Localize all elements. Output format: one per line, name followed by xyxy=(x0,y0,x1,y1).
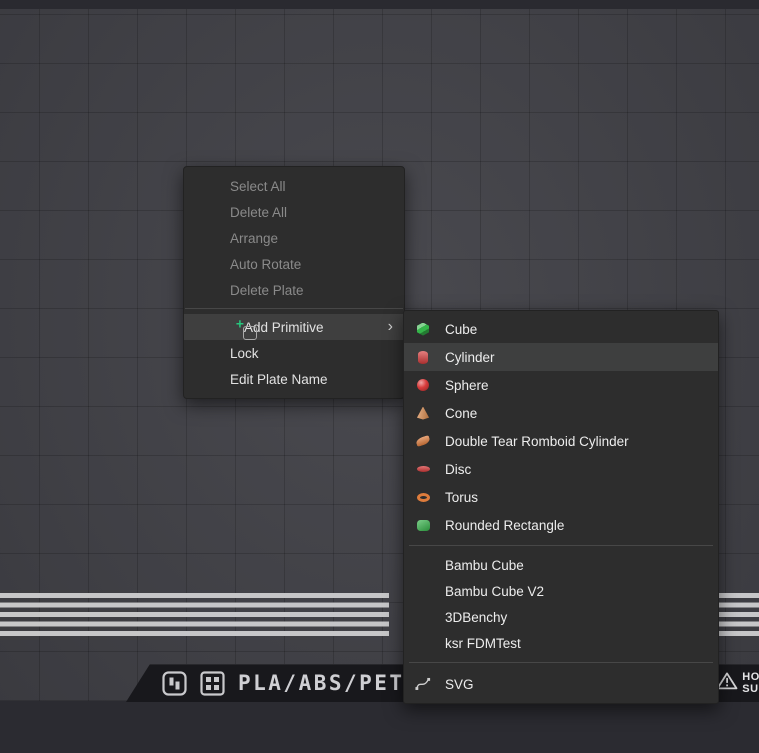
submenu-item-bambu-cube[interactable]: Bambu Cube xyxy=(404,552,718,578)
chevron-right-icon: › xyxy=(388,319,393,335)
menu-item-edit-plate-name[interactable]: Edit Plate Name xyxy=(184,366,404,392)
submenu-item-svg[interactable]: SVG xyxy=(404,669,718,699)
submenu-item-label: Disc xyxy=(445,462,471,477)
submenu-item-label: SVG xyxy=(445,677,474,692)
menu-item-auto-rotate: Auto Rotate xyxy=(184,251,404,277)
submenu-item-label: Cylinder xyxy=(445,350,495,365)
warning-triangle-icon xyxy=(716,672,738,695)
submenu-item-label: Bambu Cube V2 xyxy=(445,584,544,599)
cube-icon xyxy=(415,321,431,337)
menu-item-label: Edit Plate Name xyxy=(230,372,328,387)
submenu-item-label: ksr FDMTest xyxy=(445,636,521,651)
menu-item-add-primitive[interactable]: Add Primitive › xyxy=(184,314,404,340)
menu-item-delete-all: Delete All xyxy=(184,199,404,225)
submenu-item-label: Bambu Cube xyxy=(445,558,524,573)
add-primitive-submenu: Cube Cylinder Sphere Cone Double Tear Ro… xyxy=(403,310,719,704)
submenu-item-cylinder[interactable]: Cylinder xyxy=(404,343,718,371)
submenu-item-label: Cube xyxy=(445,322,477,337)
double-tear-romboid-cylinder-icon xyxy=(415,433,431,449)
menu-item-label: Select All xyxy=(230,179,286,194)
submenu-item-label: 3DBenchy xyxy=(445,610,507,625)
submenu-item-label: Double Tear Romboid Cylinder xyxy=(445,434,629,449)
menu-item-label: Lock xyxy=(230,346,259,361)
rounded-rectangle-icon xyxy=(415,517,431,533)
menu-item-select-all: Select All xyxy=(184,173,404,199)
submenu-item-label: Torus xyxy=(445,490,478,505)
sphere-icon xyxy=(415,377,431,393)
menu-item-delete-plate: Delete Plate xyxy=(184,277,404,303)
plate-material-label: PLA/ABS/PETG xyxy=(238,671,420,695)
submenu-item-cube[interactable]: Cube xyxy=(404,315,718,343)
qr-code-icon xyxy=(200,671,225,696)
menu-item-arrange: Arrange xyxy=(184,225,404,251)
slicer-3d-viewport[interactable]: PLA/ABS/PETG HOT SU Select All Delete Al… xyxy=(0,0,759,753)
menu-item-lock[interactable]: Lock xyxy=(184,340,404,366)
menu-separator xyxy=(185,308,403,309)
submenu-item-sphere[interactable]: Sphere xyxy=(404,371,718,399)
torus-icon xyxy=(415,489,431,505)
submenu-item-bambu-cube-v2[interactable]: Bambu Cube V2 xyxy=(404,578,718,604)
bambu-logo-icon xyxy=(162,671,187,696)
menu-item-label: Delete Plate xyxy=(230,283,304,298)
submenu-separator xyxy=(409,545,713,546)
off-plate-area xyxy=(0,701,759,753)
submenu-item-cone[interactable]: Cone xyxy=(404,399,718,427)
submenu-separator xyxy=(409,662,713,663)
submenu-item-torus[interactable]: Torus xyxy=(404,483,718,511)
submenu-item-disc[interactable]: Disc xyxy=(404,455,718,483)
submenu-item-label: Rounded Rectangle xyxy=(445,518,564,533)
submenu-item-3dbenchy[interactable]: 3DBenchy xyxy=(404,604,718,630)
submenu-item-label: Sphere xyxy=(445,378,489,393)
submenu-item-double-tear-romboid-cylinder[interactable]: Double Tear Romboid Cylinder xyxy=(404,427,718,455)
submenu-item-label: Cone xyxy=(445,406,477,421)
submenu-item-ksr-fdmtest[interactable]: ksr FDMTest xyxy=(404,630,718,656)
cylinder-icon xyxy=(415,349,431,365)
menu-item-label: Auto Rotate xyxy=(230,257,301,272)
plate-stripes-left xyxy=(0,593,389,640)
svg-curve-icon xyxy=(415,676,431,692)
disc-icon xyxy=(415,461,431,477)
submenu-item-rounded-rectangle[interactable]: Rounded Rectangle xyxy=(404,511,718,539)
hotbed-warning: HOT SU xyxy=(716,671,759,695)
hotbed-warning-text: HOT SU xyxy=(742,671,759,695)
add-primitive-icon xyxy=(243,326,257,340)
plate-context-menu: Select All Delete All Arrange Auto Rotat… xyxy=(183,166,405,399)
menu-item-label: Delete All xyxy=(230,205,287,220)
plate-top-edge xyxy=(0,0,759,9)
cone-icon xyxy=(415,405,431,421)
menu-item-label: Arrange xyxy=(230,231,278,246)
